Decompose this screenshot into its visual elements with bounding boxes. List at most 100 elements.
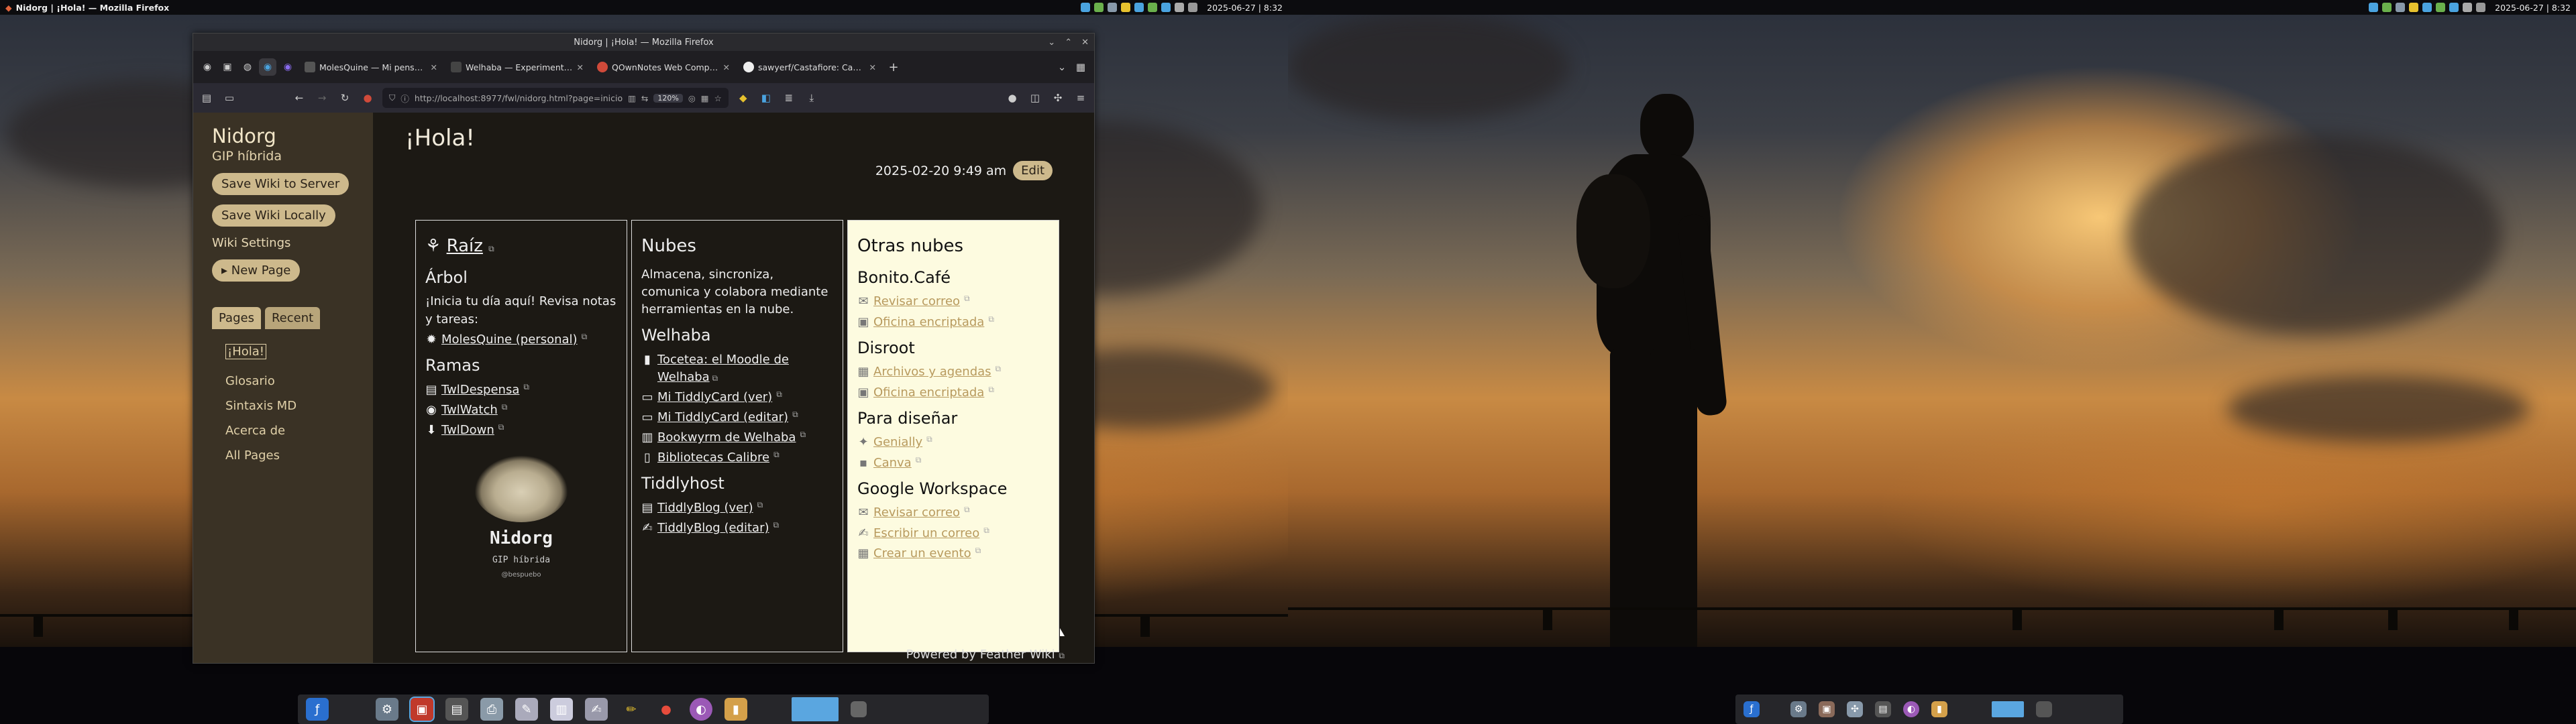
archive-app-icon[interactable]: ▤: [1875, 701, 1891, 717]
pinned-tab-3[interactable]: ◍: [239, 58, 256, 76]
browser-tab[interactable]: QOwnNotes Web Companion ✕: [592, 56, 735, 78]
link[interactable]: Oficina encriptada: [873, 314, 984, 331]
browser-tab[interactable]: sawyerf/Castafiore: Castafiore ✕: [738, 56, 881, 78]
close-icon[interactable]: ✕: [1081, 38, 1089, 48]
extension-icon[interactable]: ◎: [688, 93, 696, 103]
pinned-tab-5[interactable]: ◉: [279, 58, 297, 76]
pencil-app-icon[interactable]: ✏: [620, 698, 643, 721]
save-local-button[interactable]: Save Wiki Locally: [212, 204, 335, 227]
app-launcher-icon[interactable]: ƒ: [1743, 701, 1760, 717]
minimize-icon[interactable]: ⌄: [1048, 38, 1055, 48]
clipboard-icon[interactable]: [1134, 3, 1144, 12]
extension-icon[interactable]: ≣: [781, 90, 797, 106]
workspace-2[interactable]: [851, 701, 867, 717]
link[interactable]: Crear un evento: [873, 545, 971, 562]
power-icon[interactable]: [2476, 3, 2486, 12]
battery-icon[interactable]: [2409, 3, 2419, 12]
writer-app-icon[interactable]: ✍: [585, 698, 608, 721]
color-app-icon[interactable]: ◐: [1903, 701, 1919, 717]
jar-app-icon[interactable]: ▮: [1931, 701, 1947, 717]
link[interactable]: Revisar correo: [873, 504, 960, 522]
link[interactable]: Oficina encriptada: [873, 384, 984, 402]
tool-app-icon[interactable]: ⚙: [376, 698, 398, 721]
translate-icon[interactable]: ⇆: [641, 93, 648, 103]
download-icon[interactable]: ⤓: [804, 90, 820, 106]
clock[interactable]: 2025-06-27 | 8:32: [1207, 3, 1283, 13]
bluetooth-icon[interactable]: [2382, 3, 2392, 12]
system-tray[interactable]: [2369, 3, 2486, 12]
reader-icon[interactable]: ▥: [628, 93, 636, 103]
edit-button[interactable]: Edit: [1013, 161, 1053, 180]
page-info-icon[interactable]: ⓘ: [400, 92, 409, 105]
tab-recent[interactable]: Recent: [264, 307, 321, 329]
tab-list-icon[interactable]: ⌄: [1054, 59, 1070, 75]
extension-icon[interactable]: ◫: [1027, 90, 1043, 106]
jar-app-icon[interactable]: ▮: [724, 698, 747, 721]
display-icon[interactable]: [1161, 3, 1171, 12]
network-icon[interactable]: [1081, 3, 1091, 12]
tab-close-icon[interactable]: ✕: [431, 62, 437, 72]
tab-grid-icon[interactable]: ▦: [1073, 59, 1089, 75]
folder-icon[interactable]: ▭: [221, 90, 237, 106]
page-link[interactable]: Glosario: [225, 374, 354, 388]
browser-tab[interactable]: MolesQuine — Mi pensadero ✕: [299, 56, 443, 78]
updates-icon[interactable]: [1148, 3, 1158, 12]
archive-app-icon[interactable]: ▤: [445, 698, 468, 721]
new-tab-button[interactable]: +: [884, 60, 903, 74]
battery-icon[interactable]: [1121, 3, 1131, 12]
workspace-1[interactable]: [1992, 701, 2024, 717]
back-icon[interactable]: ←: [291, 90, 307, 106]
pinned-tab-1[interactable]: ◉: [199, 58, 216, 76]
new-page-button[interactable]: ▸ New Page: [212, 259, 301, 282]
browser-tab[interactable]: Welhaba — Experimenta la lectura ✕: [445, 56, 589, 78]
app-menu-icon[interactable]: ◆: [5, 3, 12, 13]
color-app-icon[interactable]: ◐: [690, 698, 712, 721]
url-text[interactable]: http://localhost:8977/fwl/nidorg.html?pa…: [415, 93, 623, 103]
settings-app-icon[interactable]: ✣: [1847, 701, 1863, 717]
forward-icon[interactable]: →: [314, 90, 330, 106]
workspace-2[interactable]: [2036, 701, 2052, 717]
updates-icon[interactable]: [2436, 3, 2446, 12]
account-icon[interactable]: ●: [1004, 90, 1020, 106]
tab-close-icon[interactable]: ✕: [723, 62, 730, 72]
volume-icon[interactable]: [1108, 3, 1118, 12]
home-icon[interactable]: ●: [360, 90, 376, 106]
link[interactable]: Bookwyrm de Welhaba: [657, 429, 796, 446]
link[interactable]: Revisar correo: [873, 293, 960, 310]
workspace-1[interactable]: [792, 697, 839, 721]
extension-icon[interactable]: ◆: [735, 90, 751, 106]
app-launcher-icon[interactable]: ƒ: [306, 698, 329, 721]
reload-icon[interactable]: ↻: [337, 90, 353, 106]
puzzle-icon[interactable]: ✣: [1050, 90, 1066, 106]
link[interactable]: Archivos y agendas: [873, 363, 991, 381]
link[interactable]: Mi TiddlyCard (editar): [657, 409, 788, 426]
clock[interactable]: 2025-06-27 | 8:32: [2495, 3, 2571, 13]
bluetooth-icon[interactable]: [1094, 3, 1104, 12]
menu-icon[interactable]: ≡: [1073, 90, 1089, 106]
powered-by-link[interactable]: Powered by Feather Wiki: [906, 648, 1055, 662]
link[interactable]: TwlDespensa: [441, 381, 519, 399]
sidebar-toggle-icon[interactable]: ▤: [199, 90, 215, 106]
shield-icon[interactable]: ⛉: [389, 93, 395, 103]
link[interactable]: Escribir un correo: [873, 525, 979, 542]
toolbox-app-icon[interactable]: ▣: [409, 697, 435, 722]
tab-pages[interactable]: Pages: [212, 307, 261, 329]
link[interactable]: Canva: [873, 455, 912, 472]
window-titlebar[interactable]: Nidorg | ¡Hola! — Mozilla Firefox ⌄ ⌃ ✕: [193, 34, 1094, 51]
network-icon[interactable]: [2369, 3, 2379, 12]
display-icon[interactable]: [2449, 3, 2459, 12]
zoom-level[interactable]: 120%: [653, 93, 683, 103]
bookmark-star-icon[interactable]: ☆: [714, 93, 722, 103]
save-server-button[interactable]: Save Wiki to Server: [212, 173, 350, 195]
tab-close-icon[interactable]: ✕: [577, 62, 584, 72]
tab-close-icon[interactable]: ✕: [869, 62, 876, 72]
page-link[interactable]: All Pages: [225, 448, 354, 463]
clipboard-icon[interactable]: [2422, 3, 2432, 12]
page-link-current[interactable]: ¡Hola!: [225, 344, 267, 359]
power-icon[interactable]: [1188, 3, 1198, 12]
pinned-tab-4[interactable]: ◉: [259, 58, 276, 76]
page-link[interactable]: Sintaxis MD: [225, 399, 354, 413]
keyboard-icon[interactable]: [2463, 3, 2473, 12]
url-bar[interactable]: ⛉ ⓘ http://localhost:8977/fwl/nidorg.htm…: [382, 88, 729, 108]
system-tray[interactable]: [1081, 3, 1198, 12]
